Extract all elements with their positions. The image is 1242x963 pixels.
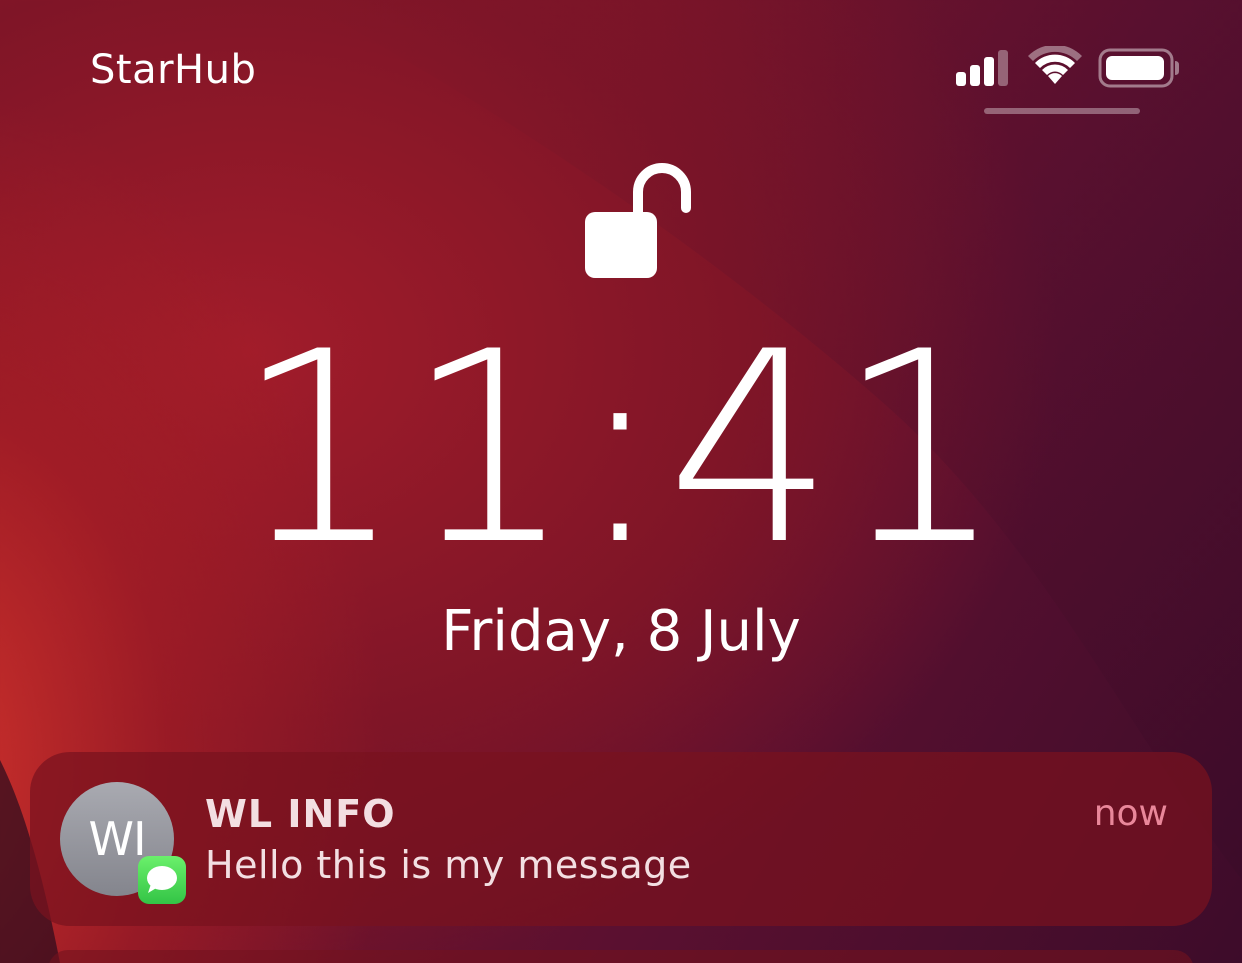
date-label: Friday, 8 July xyxy=(441,599,801,664)
status-bar: StarHub xyxy=(0,0,1242,120)
cellular-signal-icon xyxy=(956,50,1008,86)
unlocked-padlock-icon xyxy=(585,163,691,278)
wifi-icon xyxy=(1028,46,1082,84)
clock-time: 11:41 xyxy=(235,296,1007,603)
messages-icon xyxy=(147,866,177,893)
next-notification-edge[interactable] xyxy=(48,950,1194,963)
notification-time: now xyxy=(1093,793,1168,834)
messages-app-badge xyxy=(138,856,186,904)
notification-message: Hello this is my message xyxy=(205,843,692,887)
carrier-name: StarHub xyxy=(90,47,257,93)
notification-sender: WL INFO xyxy=(205,792,396,836)
battery-icon xyxy=(1098,48,1179,88)
control-center-indicator[interactable] xyxy=(984,108,1140,114)
message-notification[interactable]: WI WL INFO Hello this is my message now xyxy=(30,752,1212,926)
